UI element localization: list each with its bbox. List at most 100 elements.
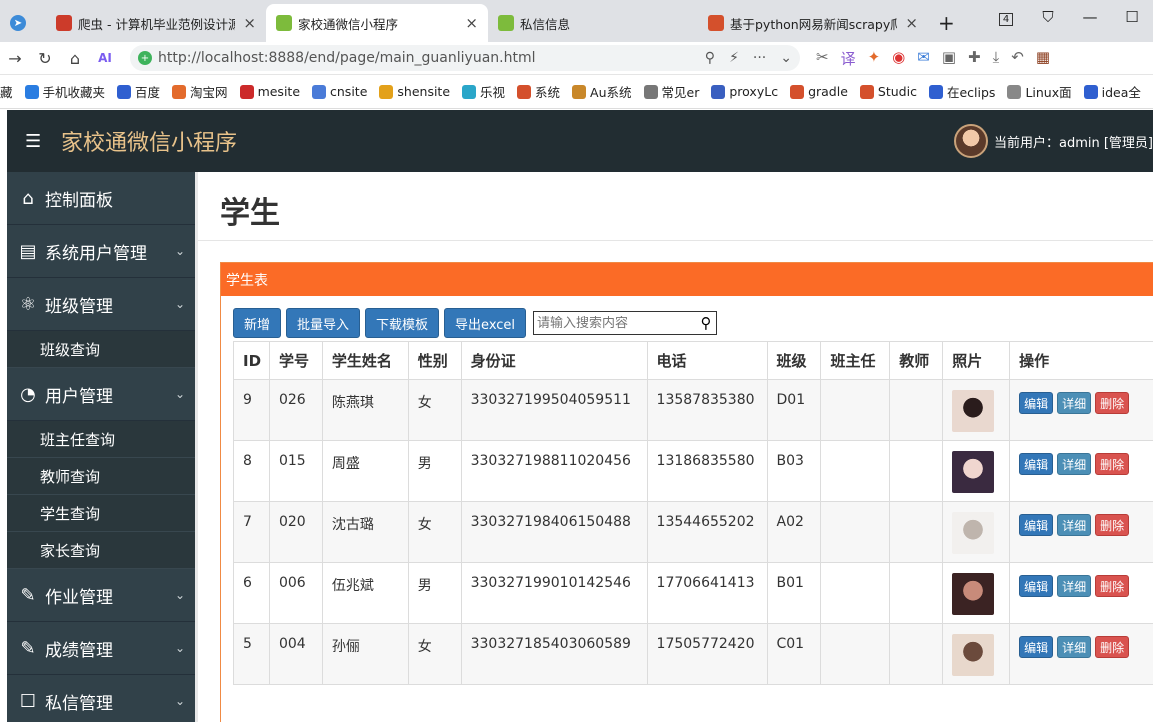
tab-close-icon[interactable]: × [897, 14, 918, 32]
batch-import-button[interactable]: 批量导入 [286, 308, 361, 338]
new-tab-button[interactable]: + [928, 4, 968, 42]
add-button[interactable]: 新增 [233, 308, 282, 338]
sidebar-item[interactable]: ⚛ 班级管理 ⌄ [7, 278, 195, 331]
flash-icon[interactable]: ⚡ [729, 50, 739, 66]
bookmark-item[interactable]: idea全 [1083, 82, 1141, 101]
undo-icon[interactable]: ↶ [1011, 48, 1024, 69]
url-input[interactable]: + http://localhost:8888/end/page/main_gu… [130, 45, 800, 71]
cell-id: 5 [233, 623, 270, 685]
detail-button[interactable]: 详细 [1057, 514, 1092, 536]
download-template-button[interactable]: 下载模板 [365, 308, 440, 338]
collections-icon[interactable]: ⛉ [1027, 8, 1069, 26]
search-input[interactable] [534, 315, 697, 331]
detail-button[interactable]: 详细 [1057, 575, 1092, 597]
browser-tab[interactable]: 基于python网易新闻scrapy爬 × [698, 4, 928, 42]
delete-button[interactable]: 删除 [1095, 575, 1130, 597]
table-header-row: ID 学号 学生姓名 性别 身份证 电话 班级 班主任 教师 照片 操作 [233, 341, 1153, 380]
edit-button[interactable]: 编辑 [1019, 514, 1054, 536]
sidebar-item[interactable]: ⌂ 控制面板 [7, 172, 195, 225]
edit-button[interactable]: 编辑 [1019, 575, 1054, 597]
puzzle-icon[interactable]: ✚ [968, 48, 981, 69]
sidebar-item[interactable]: ✎ 作业管理 ⌄ [7, 569, 195, 622]
cell-actions: 编辑 详细 删除 [1009, 501, 1153, 563]
translate-icon[interactable]: 译 [841, 48, 856, 69]
bookmark-item[interactable]: Au系统 [572, 82, 632, 101]
browser-sidebar-button[interactable]: ➤ [0, 4, 46, 42]
mail-icon[interactable]: ✉ [917, 48, 930, 69]
edit-button[interactable]: 编辑 [1019, 636, 1054, 658]
student-photo[interactable] [952, 573, 995, 615]
browser-tab[interactable]: 私信信息 [488, 4, 698, 42]
student-photo[interactable] [952, 512, 995, 554]
forward-icon[interactable]: → [0, 49, 30, 68]
bookmark-item[interactable]: 藏 [0, 82, 13, 101]
scissors-icon[interactable]: ✂ [816, 48, 829, 69]
search-icon[interactable]: ⚲ [696, 314, 716, 332]
bookmark-icon [928, 84, 943, 99]
avatar[interactable] [953, 124, 988, 158]
sidebar-item-label: 成绩管理 [45, 640, 113, 661]
home-icon[interactable]: ⌂ [60, 49, 90, 68]
ai-assistant-icon[interactable]: AI [90, 51, 120, 65]
cell-name: 陈燕琪 [321, 379, 409, 441]
reload-icon[interactable]: ↻ [30, 49, 60, 68]
sidebar-item[interactable]: ☐ 私信管理 ⌄ [7, 675, 195, 722]
sidebar-subitem[interactable]: 学生查询 [7, 495, 195, 532]
more-icon[interactable]: ··· [753, 50, 766, 66]
browser-tab[interactable]: 爬虫 - 计算机毕业范例设计源 × [46, 4, 266, 42]
bookmark-item[interactable]: gradle [790, 84, 848, 99]
delete-button[interactable]: 删除 [1095, 636, 1130, 658]
download-icon[interactable]: ⤓ [993, 48, 1000, 69]
delete-button[interactable]: 删除 [1095, 453, 1130, 475]
bookmark-item[interactable]: 在eclips [928, 82, 995, 101]
browser-tab[interactable]: 家校通微信小程序 × [266, 4, 488, 42]
user-area[interactable]: 当前用户：admin [管理员] [953, 110, 1153, 172]
list-icon: ▤ [19, 240, 37, 262]
bookmark-item[interactable]: 乐视 [462, 82, 505, 101]
bookmark-item[interactable]: Studic [859, 84, 917, 99]
bookmark-item[interactable]: 常见er [643, 82, 699, 101]
bookmark-item[interactable]: 系统 [517, 82, 560, 101]
maximize-icon[interactable]: ☐ [1111, 8, 1153, 26]
detail-button[interactable]: 详细 [1057, 636, 1092, 658]
current-user-label: 当前用户：admin [管理员] [993, 135, 1153, 151]
detail-button[interactable]: 详细 [1057, 453, 1092, 475]
bookmark-item[interactable]: proxyLc [711, 84, 778, 99]
sidebar-subitem[interactable]: 教师查询 [7, 458, 195, 495]
minimize-icon[interactable]: — [1069, 8, 1111, 26]
edit-button[interactable]: 编辑 [1019, 392, 1054, 414]
tab-count-badge[interactable]: 4 [985, 8, 1027, 26]
sidebar-item[interactable]: ▤ 系统用户管理 ⌄ [7, 225, 195, 278]
menu-toggle-icon[interactable]: ☰ [25, 131, 45, 152]
sidebar-subitem[interactable]: 班主任查询 [7, 421, 195, 458]
bookmark-item[interactable]: shensite [379, 84, 450, 99]
briefcase-icon[interactable]: ▦ [1036, 48, 1050, 69]
game-icon[interactable]: ✦ [868, 48, 881, 69]
detail-button[interactable]: 详细 [1057, 392, 1092, 414]
tab-close-icon[interactable]: × [235, 14, 256, 32]
box-icon[interactable]: ▣ [942, 48, 956, 69]
bookmark-item[interactable]: 手机收藏夹 [24, 82, 105, 101]
bookmark-item[interactable]: Linux面 [1007, 82, 1072, 101]
tab-close-icon[interactable]: × [457, 14, 478, 32]
sidebar-subitem[interactable]: 家长查询 [7, 532, 195, 569]
bookmark-item[interactable]: 淘宝网 [172, 82, 228, 101]
sidebar-item[interactable]: ◔ 用户管理 ⌄ [7, 368, 195, 421]
delete-button[interactable]: 删除 [1095, 392, 1130, 414]
bookmark-item[interactable]: 百度 [117, 82, 160, 101]
bookmark-item[interactable]: mesite [239, 84, 300, 99]
zoom-icon[interactable]: ⚲ [705, 50, 715, 66]
student-photo[interactable] [952, 451, 995, 493]
export-excel-button[interactable]: 导出excel [444, 308, 527, 338]
bookmark-label: Linux面 [1025, 85, 1072, 100]
student-photo[interactable] [952, 390, 995, 432]
edit-button[interactable]: 编辑 [1019, 453, 1054, 475]
sidebar-subitem[interactable]: 班级查询 [7, 331, 195, 368]
student-photo[interactable] [952, 634, 995, 676]
delete-button[interactable]: 删除 [1095, 514, 1130, 536]
weibo-icon[interactable]: ◉ [892, 48, 905, 69]
dropdown-icon[interactable]: ⌄ [780, 50, 792, 66]
cell-id: 7 [233, 501, 270, 563]
bookmark-item[interactable]: cnsite [312, 84, 367, 99]
sidebar-item[interactable]: ✎ 成绩管理 ⌄ [7, 622, 195, 675]
